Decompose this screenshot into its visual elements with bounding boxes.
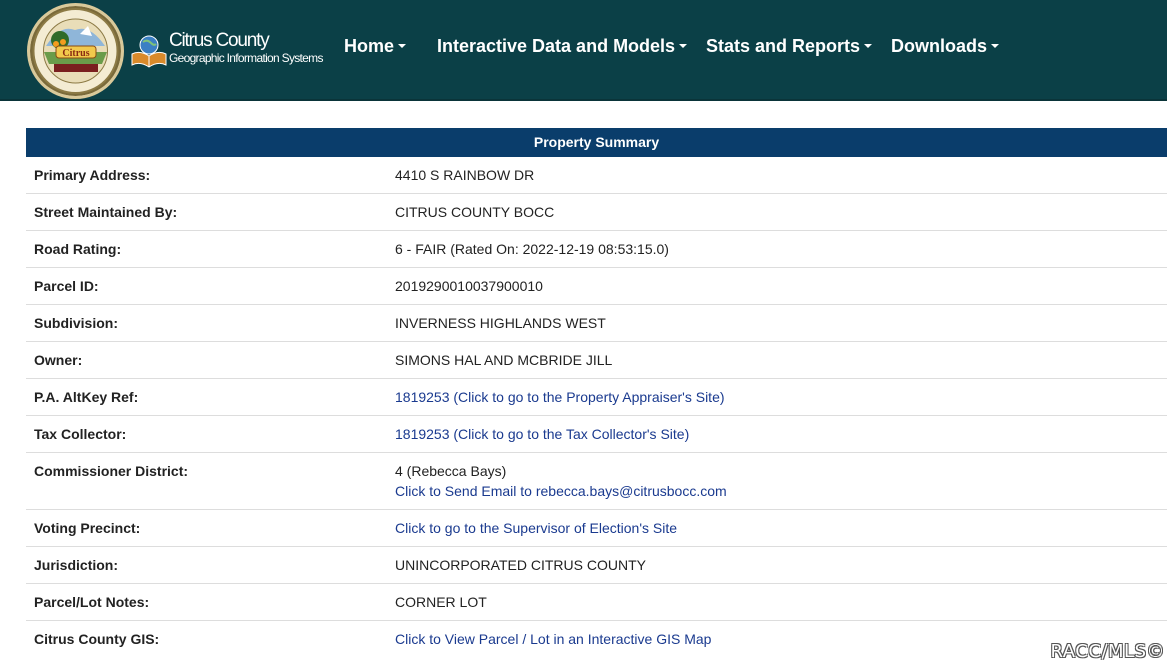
- row-value: 4410 S RAINBOW DR: [395, 167, 535, 183]
- property-summary-table: Primary Address: 4410 S RAINBOW DR Stree…: [26, 157, 1167, 658]
- row-label: Voting Precinct:: [34, 520, 141, 536]
- property-appraiser-link[interactable]: 1819253 (Click to go to the Property App…: [395, 389, 725, 405]
- top-navbar: Citrus Citrus County Geographic Informat…: [0, 0, 1167, 101]
- open-book-globe-icon: [130, 32, 168, 70]
- nav-interactive-data-dropdown[interactable]: Interactive Data and Models: [437, 34, 688, 58]
- table-row-subdivision: Subdivision: INVERNESS HIGHLANDS WEST: [26, 305, 1167, 342]
- row-label: Owner:: [34, 352, 83, 368]
- gis-map-link[interactable]: Click to View Parcel / Lot in an Interac…: [395, 631, 711, 647]
- nav-interactive-data-label: Interactive Data and Models: [437, 36, 676, 56]
- row-value: CORNER LOT: [395, 594, 487, 610]
- row-label: Subdivision:: [34, 315, 118, 331]
- supervisor-of-elections-link[interactable]: Click to go to the Supervisor of Electio…: [395, 520, 677, 536]
- nav-downloads-dropdown[interactable]: Downloads: [891, 34, 1000, 58]
- row-value: SIMONS HAL AND MCBRIDE JILL: [395, 352, 613, 368]
- caret-down-icon: [864, 44, 873, 49]
- commissioner-name: 4 (Rebecca Bays): [395, 463, 507, 479]
- caret-down-icon: [991, 44, 1000, 49]
- table-row-parcel-id: Parcel ID: 2019290010037900010: [26, 268, 1167, 305]
- table-row-pa-altkey: P.A. AltKey Ref: 1819253 (Click to go to…: [26, 379, 1167, 416]
- table-row-voting-precinct: Voting Precinct: Click to go to the Supe…: [26, 510, 1167, 547]
- row-value: CITRUS COUNTY BOCC: [395, 204, 555, 220]
- citrus-county-seal-logo[interactable]: Citrus: [27, 3, 124, 99]
- nav-home-label: Home: [344, 36, 395, 56]
- gis-brand[interactable]: Citrus County Geographic Information Sys…: [130, 28, 323, 74]
- caret-down-icon: [679, 44, 688, 49]
- table-row-primary-address: Primary Address: 4410 S RAINBOW DR: [26, 157, 1167, 194]
- gis-brand-subtitle: Geographic Information Systems: [169, 51, 323, 65]
- table-row-parcel-notes: Parcel/Lot Notes: CORNER LOT: [26, 584, 1167, 621]
- row-label: P.A. AltKey Ref:: [34, 389, 139, 405]
- table-row-street-maintained: Street Maintained By: CITRUS COUNTY BOCC: [26, 194, 1167, 231]
- row-label: Jurisdiction:: [34, 557, 119, 573]
- row-label: Street Maintained By:: [34, 204, 178, 220]
- table-row-citrus-gis: Citrus County GIS: Click to View Parcel …: [26, 621, 1167, 658]
- nav-home-dropdown[interactable]: Home: [344, 34, 407, 58]
- table-row-tax-collector: Tax Collector: 1819253 (Click to go to t…: [26, 416, 1167, 453]
- caret-down-icon: [398, 44, 407, 49]
- nav-stats-reports-dropdown[interactable]: Stats and Reports: [706, 34, 873, 58]
- row-label: Parcel ID:: [34, 278, 99, 294]
- row-label: Commissioner District:: [34, 463, 189, 479]
- gis-brand-title: Citrus County: [169, 30, 270, 51]
- row-label: Citrus County GIS:: [34, 631, 160, 647]
- row-label: Tax Collector:: [34, 426, 127, 442]
- row-label: Parcel/Lot Notes:: [34, 594, 150, 610]
- mls-watermark: RACC/MLS©: [1050, 641, 1165, 662]
- row-label: Primary Address:: [34, 167, 151, 183]
- nav-downloads-label: Downloads: [891, 36, 988, 56]
- commissioner-email-link[interactable]: Click to Send Email to rebecca.bays@citr…: [395, 481, 727, 501]
- tax-collector-link[interactable]: 1819253 (Click to go to the Tax Collecto…: [395, 426, 689, 442]
- row-label: Road Rating:: [34, 241, 122, 257]
- row-value: 2019290010037900010: [395, 278, 543, 294]
- row-value: UNINCORPORATED CITRUS COUNTY: [395, 557, 646, 573]
- table-row-owner: Owner: SIMONS HAL AND MCBRIDE JILL: [26, 342, 1167, 379]
- row-value: INVERNESS HIGHLANDS WEST: [395, 315, 606, 331]
- nav-stats-reports-label: Stats and Reports: [706, 36, 861, 56]
- table-row-commissioner-district: Commissioner District: 4 (Rebecca Bays) …: [26, 453, 1167, 510]
- table-row-jurisdiction: Jurisdiction: UNINCORPORATED CITRUS COUN…: [26, 547, 1167, 584]
- row-value: 6 - FAIR (Rated On: 2022-12-19 08:53:15.…: [395, 241, 669, 257]
- svg-text:Citrus: Citrus: [62, 48, 89, 59]
- table-row-road-rating: Road Rating: 6 - FAIR (Rated On: 2022-12…: [26, 231, 1167, 268]
- property-summary-header: Property Summary: [26, 128, 1167, 157]
